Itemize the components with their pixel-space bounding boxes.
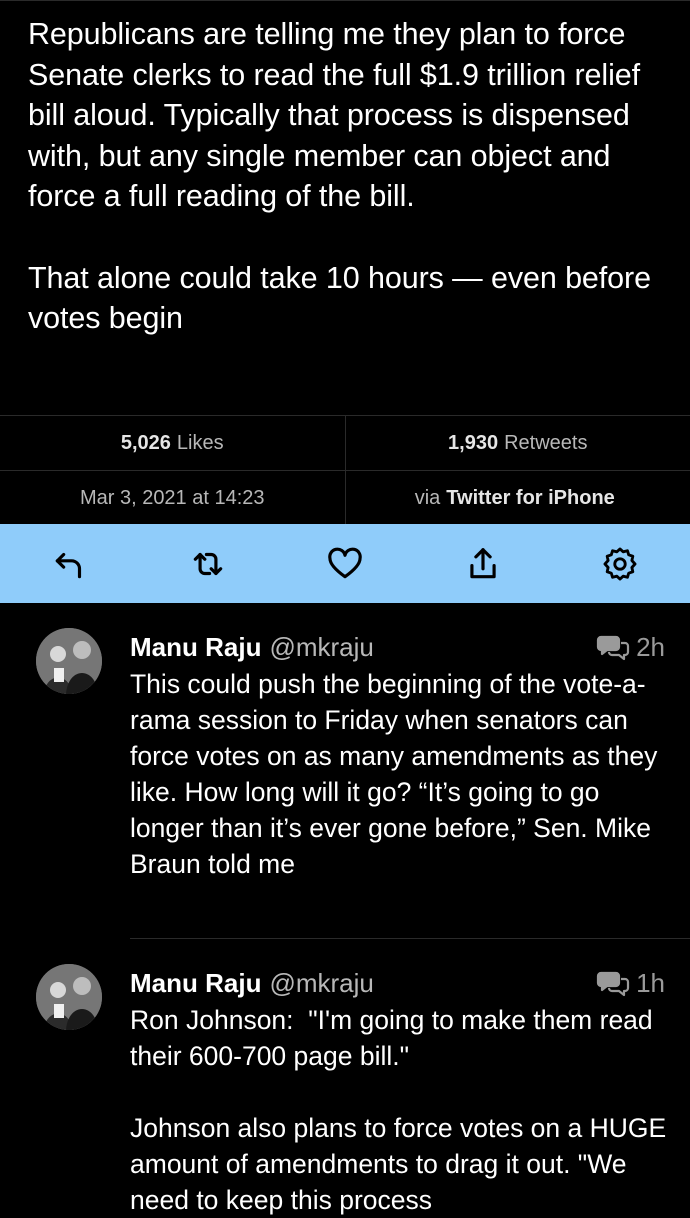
tweet-source[interactable]: via Twitter for iPhone (345, 471, 690, 526)
retweets-stat[interactable]: 1,930 Retweets (345, 416, 690, 471)
retweet-button[interactable] (186, 542, 230, 586)
reply-divider (130, 938, 690, 939)
reply-button[interactable] (48, 542, 92, 586)
reply-time: 2h (636, 628, 665, 666)
retweets-label: Retweets (504, 432, 587, 455)
avatar[interactable] (36, 964, 102, 1030)
share-button[interactable] (461, 542, 505, 586)
author-handle[interactable]: @mkraju (269, 628, 373, 666)
action-toolbar (0, 524, 690, 603)
reply-text: This could push the beginning of the vot… (130, 666, 675, 882)
reply-meta: 2h (596, 628, 665, 666)
author-name[interactable]: Manu Raju (130, 628, 261, 666)
avatar-photo-icon (36, 628, 102, 694)
reply-time: 1h (636, 964, 665, 1002)
likes-stat[interactable]: 5,026 Likes (0, 416, 345, 471)
reply-header: Manu Raju @mkraju 2h (130, 628, 665, 666)
like-icon (326, 545, 364, 583)
tweet-date: Mar 3, 2021 at 14:23 (0, 471, 345, 526)
tweet-date-text: Mar 3, 2021 at 14:23 (80, 487, 265, 510)
tweet-meta: Mar 3, 2021 at 14:23 via Twitter for iPh… (0, 470, 690, 527)
like-button[interactable] (323, 542, 367, 586)
top-divider (0, 0, 690, 1)
avatar-photo-icon (36, 964, 102, 1030)
reply-header: Manu Raju @mkraju 1h (130, 964, 665, 1002)
likes-count: 5,026 (121, 432, 171, 455)
reply-icon (51, 545, 89, 583)
author-name[interactable]: Manu Raju (130, 964, 261, 1002)
via-label: via (415, 487, 441, 510)
avatar[interactable] (36, 628, 102, 694)
settings-button[interactable] (598, 542, 642, 586)
share-icon (464, 545, 502, 583)
likes-label: Likes (177, 432, 224, 455)
settings-icon (601, 545, 639, 583)
retweet-icon (189, 545, 227, 583)
main-tweet-text: Republicans are telling me they plan to … (28, 14, 668, 339)
conversation-icon (596, 633, 630, 661)
reply-meta: 1h (596, 964, 665, 1002)
reply-text: Ron Johnson: "I'm going to make them rea… (130, 1002, 675, 1218)
conversation-icon (596, 969, 630, 997)
author-handle[interactable]: @mkraju (269, 964, 373, 1002)
engagement-stats: 5,026 Likes 1,930 Retweets (0, 415, 690, 471)
source-name: Twitter for iPhone (446, 487, 615, 510)
retweets-count: 1,930 (448, 432, 498, 455)
